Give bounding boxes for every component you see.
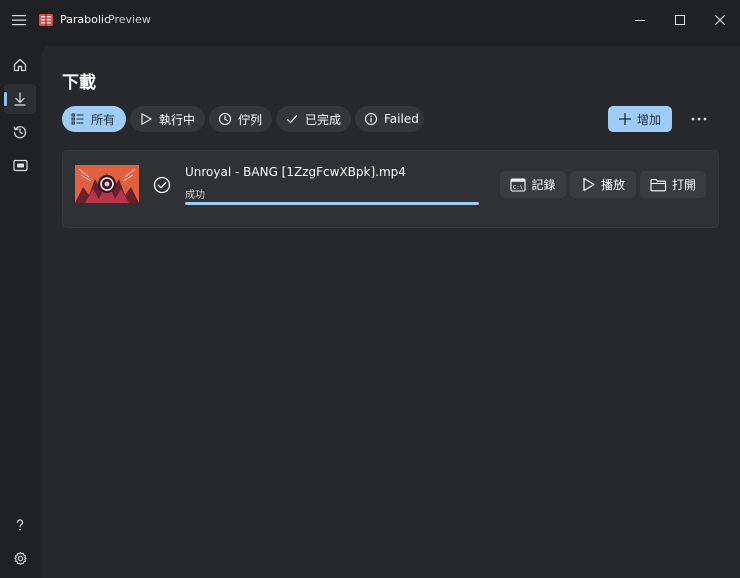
view-log-button[interactable]: C:\ 記錄: [500, 171, 566, 198]
download-row: Unroyal - BANG [1ZzgFcwXBpk].mp4 成功 C:\ …: [62, 150, 719, 228]
terminal-icon: C:\: [510, 177, 527, 192]
close-icon: [715, 15, 725, 25]
app-subtitle: Preview: [108, 13, 151, 26]
download-icon: [14, 92, 26, 106]
filter-running-label: 執行中: [159, 112, 196, 127]
more-options-button[interactable]: [686, 106, 712, 132]
play-file-button[interactable]: 播放: [570, 171, 636, 198]
filter-running-chip[interactable]: 執行中: [130, 106, 205, 132]
main-content: 下載 所有 執行中 佇列 已完成 Failed 增加 Unroyal - BAN…: [42, 46, 740, 578]
filter-queued-chip[interactable]: 佇列: [209, 106, 272, 132]
add-download-label: 增加: [636, 112, 661, 127]
page-title: 下載: [62, 73, 96, 93]
more-horizontal-icon: [691, 117, 707, 121]
minimize-icon: [635, 20, 645, 21]
sidebar: [0, 40, 40, 578]
close-button[interactable]: [700, 0, 740, 40]
keyring-icon: [12, 159, 28, 171]
open-folder-label: 打開: [671, 178, 696, 192]
history-icon: [13, 126, 27, 139]
filter-all-chip[interactable]: 所有: [62, 106, 126, 132]
minimize-button[interactable]: [620, 0, 660, 40]
filter-failed-chip[interactable]: Failed: [355, 106, 424, 132]
home-icon: [13, 58, 27, 72]
filter-queued-label: 佇列: [238, 112, 263, 127]
success-check-icon: [153, 176, 171, 194]
maximize-icon: [675, 15, 685, 25]
help-icon: [16, 519, 24, 531]
play-icon: [139, 112, 153, 126]
plus-icon: [618, 113, 631, 125]
play-file-label: 播放: [600, 178, 625, 192]
open-folder-button[interactable]: 打開: [640, 171, 706, 198]
sidebar-item-downloads[interactable]: [4, 84, 36, 114]
filter-failed-label: Failed: [384, 112, 419, 126]
hamburger-menu-icon[interactable]: [9, 10, 29, 30]
sidebar-item-settings[interactable]: [4, 543, 36, 573]
view-log-label: 記錄: [531, 178, 556, 192]
gear-icon: [13, 551, 27, 565]
folder-icon: [650, 178, 667, 192]
info-icon: [364, 112, 378, 126]
maximize-button[interactable]: [660, 0, 700, 40]
app-title: Parabolic: [60, 13, 111, 26]
list-icon: [71, 112, 85, 126]
check-icon: [285, 112, 299, 126]
app-logo-icon: [36, 10, 56, 30]
sidebar-item-history[interactable]: [4, 117, 36, 147]
download-file-name: Unroyal - BANG [1ZzgFcwXBpk].mp4: [185, 165, 406, 179]
video-thumbnail: [75, 165, 139, 203]
filter-completed-label: 已完成: [305, 112, 342, 127]
play-icon: [581, 177, 596, 192]
clock-icon: [218, 112, 232, 126]
download-status-text: 成功: [185, 190, 205, 201]
download-progress-bar: [185, 202, 479, 205]
sidebar-item-home[interactable]: [4, 50, 36, 80]
filter-all-label: 所有: [91, 112, 116, 127]
svg-text:C:\: C:\: [513, 185, 523, 191]
sidebar-item-keyring[interactable]: [4, 150, 36, 180]
sidebar-item-help[interactable]: [4, 510, 36, 540]
title-bar: Parabolic Preview: [0, 0, 740, 40]
add-download-button[interactable]: 增加: [608, 106, 672, 132]
filter-completed-chip[interactable]: 已完成: [276, 106, 351, 132]
download-progress-fill: [185, 202, 479, 205]
